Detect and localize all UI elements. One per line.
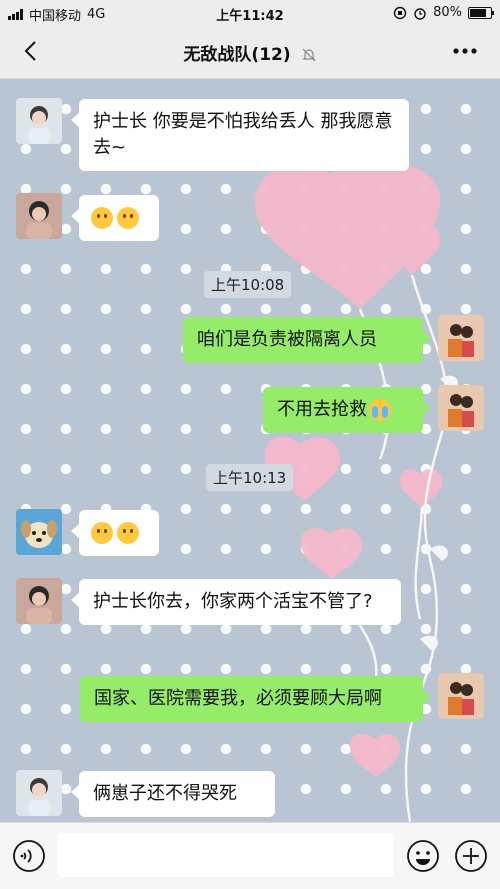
avatar[interactable] <box>16 770 62 816</box>
message-bubble[interactable]: 护士长你去，你家两个活宝不管了? <box>71 579 401 625</box>
avatar-image <box>16 193 62 239</box>
avatar[interactable] <box>438 673 484 719</box>
voice-button[interactable] <box>12 839 46 873</box>
crying-face-emoji <box>369 399 391 421</box>
avatar-image <box>438 315 484 361</box>
bell-off-icon <box>302 48 316 62</box>
avatar[interactable] <box>438 385 484 431</box>
battery-icon <box>468 6 494 19</box>
avatar[interactable] <box>16 509 62 555</box>
status-right: 80% <box>393 5 494 20</box>
alarm-icon <box>414 7 426 20</box>
chat-title: 无敌战队(12) <box>0 40 500 65</box>
avatar-image <box>16 578 62 624</box>
avatar-image <box>16 98 62 144</box>
plus-button[interactable] <box>454 839 488 873</box>
message-bubble[interactable]: 咱们是负责被隔离人员 <box>183 317 431 363</box>
avatar-image <box>16 770 62 816</box>
timestamp: 上午10:08 <box>204 271 292 298</box>
message-bubble[interactable]: 俩崽子还不得哭死 <box>71 771 275 817</box>
nav-bar: 无敌战队(12) <box>0 26 500 79</box>
message-text: 护士长你去，你家两个活宝不管了? <box>93 591 373 612</box>
message-text: 护士长 你要是不怕我给丢人 那我愿意去~ <box>93 111 393 158</box>
timestamp: 上午10:13 <box>206 464 294 491</box>
thinking-face-emoji <box>117 207 139 229</box>
avatar[interactable] <box>438 315 484 361</box>
thinking-face-emoji <box>91 522 113 544</box>
avatar[interactable] <box>16 578 62 624</box>
orientation-lock-icon <box>393 6 407 19</box>
battery-percent: 80% <box>433 5 462 20</box>
message-bubble[interactable] <box>71 510 159 556</box>
message-text: 国家、医院需要我，必须要顾大局啊 <box>94 688 382 709</box>
avatar-image <box>438 673 484 719</box>
chat-title-text: 无敌战队(12) <box>183 45 291 65</box>
more-button[interactable] <box>452 44 478 58</box>
message-text: 俩崽子还不得哭死 <box>93 783 237 804</box>
avatar-image <box>16 509 62 555</box>
message-bubble[interactable]: 国家、医院需要我，必须要顾大局啊 <box>80 676 431 722</box>
avatar[interactable] <box>16 98 62 144</box>
message-input[interactable] <box>58 833 394 877</box>
avatar[interactable] <box>16 193 62 239</box>
message-bubble[interactable]: 护士长 你要是不怕我给丢人 那我愿意去~ <box>71 99 409 171</box>
input-bar <box>0 822 500 889</box>
message-bubble[interactable] <box>71 195 159 241</box>
avatar-image <box>438 385 484 431</box>
message-text: 不用去抢救 <box>277 399 367 420</box>
thinking-face-emoji <box>117 522 139 544</box>
message-text: 咱们是负责被隔离人员 <box>197 329 377 350</box>
chat-area[interactable]: 护士长 你要是不怕我给丢人 那我愿意去~ 上午10:08 咱们是负责被隔离人员 … <box>0 79 500 822</box>
emoji-button[interactable] <box>406 839 440 873</box>
status-bar: 中国移动 4G 上午11:42 80% <box>0 0 500 26</box>
thinking-face-emoji <box>91 207 113 229</box>
message-bubble[interactable]: 不用去抢救 <box>263 387 431 433</box>
